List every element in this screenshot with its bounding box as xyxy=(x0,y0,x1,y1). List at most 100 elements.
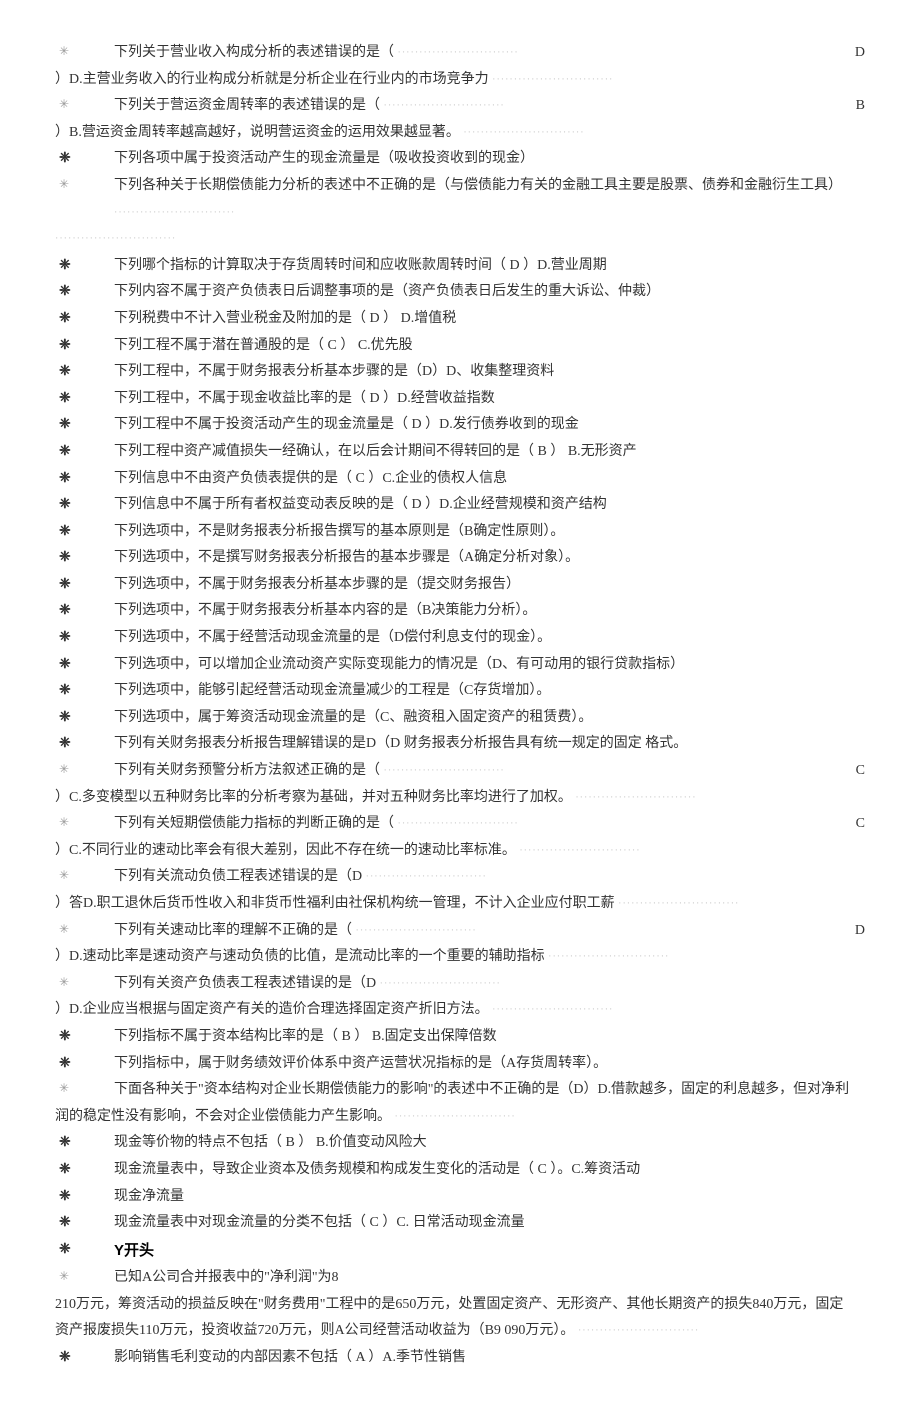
item-text: ）D.速动比率是速动资产与速动负债的比值，是流动比率的一个重要的辅助指标 ···… xyxy=(55,944,865,971)
item-text: 现金流量表中对现金流量的分类不包括（ C ）C. 日常活动现金流量 xyxy=(114,1210,865,1237)
list-item: ❈下列各项中属于投资活动产生的现金流量是（吸收投资收到的现金） xyxy=(55,146,865,173)
continuation-line: ）答D.职工退休后货币性收入和非货币性福利由社保机构统一管理，不计入企业应付职工… xyxy=(55,891,865,918)
item-text: 下列有关流动负债工程表述错误的是（D ·····················… xyxy=(114,864,865,891)
continuation-line: ）D.速动比率是速动资产与速动负债的比值，是流动比率的一个重要的辅助指标 ···… xyxy=(55,944,865,971)
item-text: 资产报废损失110万元，投资收益720万元，则A公司经营活动收益为（B9 090… xyxy=(55,1318,865,1345)
list-item: ✳下列有关资产负债表工程表述错误的是（D ···················… xyxy=(55,971,865,998)
trailing-dots: ···························· xyxy=(572,792,697,803)
item-text: 下列有关短期偿债能力指标的判断正确的是（ ···················… xyxy=(114,811,865,838)
list-item: ✳下面各种关于"资本结构对企业长期偿债能力的影响"的表述中不正确的是（D）D.借… xyxy=(55,1077,865,1104)
list-item: ❈下列指标不属于资本结构比率的是（ B ） B.固定支出保障倍数 xyxy=(55,1024,865,1051)
list-item: ✳下列关于营业收入构成分析的表述错误的是（ ··················… xyxy=(55,40,865,67)
bullet-icon: ❈ xyxy=(55,333,114,360)
item-text: 下列税费中不计入营业税金及附加的是（ D ） D.增值税 xyxy=(114,306,865,333)
item-text: 现金流量表中，导致企业资本及债务规模和构成发生变化的活动是（ C ）。C.筹资活… xyxy=(114,1157,865,1184)
item-text: 下列哪个指标的计算取决于存货周转时间和应收账款周转时间（ D ）D.营业周期 xyxy=(114,253,865,280)
trailing-dots: ···························· xyxy=(376,978,501,989)
trailing-dots: ···························· xyxy=(545,951,670,962)
continuation-line: ···························· xyxy=(55,226,865,253)
item-text: 210万元，筹资活动的损益反映在"财务费用"工程中的是650万元，处置固定资产、… xyxy=(55,1292,865,1319)
item-text: 影响销售毛利变动的内部因素不包括（ A ）A.季节性销售 xyxy=(114,1345,865,1372)
item-text: 下列内容不属于资产负债表日后调整事项的是（资产负债表日后发生的重大诉讼、仲裁） xyxy=(114,279,865,306)
list-item: ✳下列有关短期偿债能力指标的判断正确的是（ ··················… xyxy=(55,811,865,838)
bullet-icon: ❈ xyxy=(55,1184,114,1211)
list-item: ❈下列内容不属于资产负债表日后调整事项的是（资产负债表日后发生的重大诉讼、仲裁） xyxy=(55,279,865,306)
item-text: 下列选项中，不属于财务报表分析基本内容的是（B决策能力分析）。 xyxy=(114,598,865,625)
item-text: 下列指标不属于资本结构比率的是（ B ） B.固定支出保障倍数 xyxy=(114,1024,865,1051)
trailing-dots: ···························· xyxy=(516,845,641,856)
trailing-dots: ···························· xyxy=(394,819,519,830)
bullet-icon: ✳ xyxy=(55,918,114,941)
item-text: 现金净流量 xyxy=(114,1184,865,1211)
bullet-icon: ❈ xyxy=(55,705,114,732)
trailing-dots: ···························· xyxy=(394,47,519,58)
item-text: ）C.不同行业的速动比率会有很大差别，因此不存在统一的速动比率标准。 ·····… xyxy=(55,838,865,865)
trailing-dots: ···························· xyxy=(489,74,614,85)
continuation-line: 资产报废损失110万元，投资收益720万元，则A公司经营活动收益为（B9 090… xyxy=(55,1318,865,1345)
item-text: 润的稳定性没有影响，不会对企业偿债能力产生影响。 ···············… xyxy=(55,1104,865,1131)
trailing-dots: ···························· xyxy=(615,898,740,909)
list-item: ❈下列选项中，不属于财务报表分析基本内容的是（B决策能力分析）。 xyxy=(55,598,865,625)
bullet-icon: ❈ xyxy=(55,253,114,280)
list-item: ❈下列选项中，能够引起经营活动现金流量减少的工程是（C存货增加）。 xyxy=(55,678,865,705)
bullet-icon: ❈ xyxy=(55,545,114,572)
answer-letter: C xyxy=(856,758,865,785)
bullet-icon: ❈ xyxy=(55,439,114,466)
bullet-icon: ✳ xyxy=(55,811,114,834)
list-item: ✳下列有关财务预警分析方法叙述正确的是（ ···················… xyxy=(55,758,865,785)
list-item: ❈下列工程中不属于投资活动产生的现金流量是（ D ）D.发行债券收到的现金 xyxy=(55,412,865,439)
bullet-icon: ❈ xyxy=(55,306,114,333)
bullet-icon: ❈ xyxy=(55,492,114,519)
list-item: ❈现金流量表中，导致企业资本及债务规模和构成发生变化的活动是（ C ）。C.筹资… xyxy=(55,1157,865,1184)
bullet-icon: ❈ xyxy=(55,466,114,493)
item-text: 已知A公司合并报表中的"净利润"为8 xyxy=(114,1265,865,1292)
item-text: 下列工程中资产减值损失一经确认，在以后会计期间不得转回的是（ B ） B.无形资… xyxy=(114,439,865,466)
item-text: ···························· xyxy=(55,226,865,253)
item-text: 下列选项中，不是财务报表分析报告撰写的基本原则是（B确定性原则）。 xyxy=(114,519,865,546)
item-text: 下列选项中，能够引起经营活动现金流量减少的工程是（C存货增加）。 xyxy=(114,678,865,705)
trailing-dots: ···························· xyxy=(352,925,477,936)
bullet-icon: ❈ xyxy=(55,279,114,306)
section-heading: ❈Y开头 xyxy=(55,1237,865,1266)
item-text: 下列选项中，不属于财务报表分析基本步骤的是（提交财务报告） xyxy=(114,572,865,599)
item-text: ）D.主营业务收入的行业构成分析就是分析企业在行业内的市场竞争力 ·······… xyxy=(55,67,865,94)
item-text: 下列选项中，属于筹资活动现金流量的是（C、融资租入固定资产的租赁费）。 xyxy=(114,705,865,732)
trailing-dots: ···························· xyxy=(55,233,176,244)
item-text: 下列信息中不属于所有者权益变动表反映的是（ D ）D.企业经营规模和资产结构 xyxy=(114,492,865,519)
list-item: ❈现金等价物的特点不包括（ B ） B.价值变动风险大 xyxy=(55,1130,865,1157)
item-text: ）C.多变模型以五种财务比率的分析考察为基础，并对五种财务比率均进行了加权。 ·… xyxy=(55,785,865,812)
bullet-icon: ❈ xyxy=(55,1051,114,1078)
item-text: 现金等价物的特点不包括（ B ） B.价值变动风险大 xyxy=(114,1130,865,1157)
bullet-icon: ❈ xyxy=(55,652,114,679)
continuation-line: ）D.主营业务收入的行业构成分析就是分析企业在行业内的市场竞争力 ·······… xyxy=(55,67,865,94)
bullet-icon: ❈ xyxy=(55,1157,114,1184)
continuation-line: ）D.企业应当根据与固定资产有关的造价合理选择固定资产折旧方法。 ·······… xyxy=(55,997,865,1024)
item-text: 下列有关财务报表分析报告理解错误的是D（D 财务报表分析报告具有统一规定的固定 … xyxy=(114,731,865,758)
list-item: ❈下列工程中，不属于财务报表分析基本步骤的是（D）D、收集整理资料 xyxy=(55,359,865,386)
item-text: 下列选项中，不属于经营活动现金流量的是（D偿付利息支付的现金）。 xyxy=(114,625,865,652)
item-text: 下列有关财务预警分析方法叙述正确的是（ ····················… xyxy=(114,758,865,785)
bullet-icon: ❈ xyxy=(55,359,114,386)
bullet-icon: ✳ xyxy=(55,1077,114,1100)
list-item: ❈下列工程中，不属于现金收益比率的是（ D ）D.经营收益指数 xyxy=(55,386,865,413)
list-item: ❈现金净流量 xyxy=(55,1184,865,1211)
continuation-line: 210万元，筹资活动的损益反映在"财务费用"工程中的是650万元，处置固定资产、… xyxy=(55,1292,865,1319)
list-item: ✳下列关于营运资金周转率的表述错误的是（ ···················… xyxy=(55,93,865,120)
bullet-icon: ❈ xyxy=(55,625,114,652)
list-item: ✳下列有关流动负债工程表述错误的是（D ····················… xyxy=(55,864,865,891)
item-text: 下列关于营运资金周转率的表述错误的是（ ····················… xyxy=(114,93,865,120)
item-text: ）D.企业应当根据与固定资产有关的造价合理选择固定资产折旧方法。 ·······… xyxy=(55,997,865,1024)
bullet-icon: ❈ xyxy=(55,1345,114,1372)
answer-letter: B xyxy=(856,93,865,120)
list-item: ❈下列选项中，可以增加企业流动资产实际变现能力的情况是（D、有可动用的银行贷款指… xyxy=(55,652,865,679)
item-text: 下列关于营业收入构成分析的表述错误的是（ ···················… xyxy=(114,40,865,67)
heading-text: Y开头 xyxy=(114,1237,865,1266)
trailing-dots: ···························· xyxy=(114,207,235,218)
answer-letter: D xyxy=(855,40,865,67)
bullet-icon: ❈ xyxy=(55,572,114,599)
bullet-icon: ✳ xyxy=(55,40,114,63)
item-text: 下列选项中，可以增加企业流动资产实际变现能力的情况是（D、有可动用的银行贷款指标… xyxy=(114,652,865,679)
item-text: 下列指标中，属于财务绩效评价体系中资产运营状况指标的是（A存货周转率）。 xyxy=(114,1051,865,1078)
item-text: 下列工程中，不属于财务报表分析基本步骤的是（D）D、收集整理资料 xyxy=(114,359,865,386)
bullet-icon: ❈ xyxy=(55,598,114,625)
